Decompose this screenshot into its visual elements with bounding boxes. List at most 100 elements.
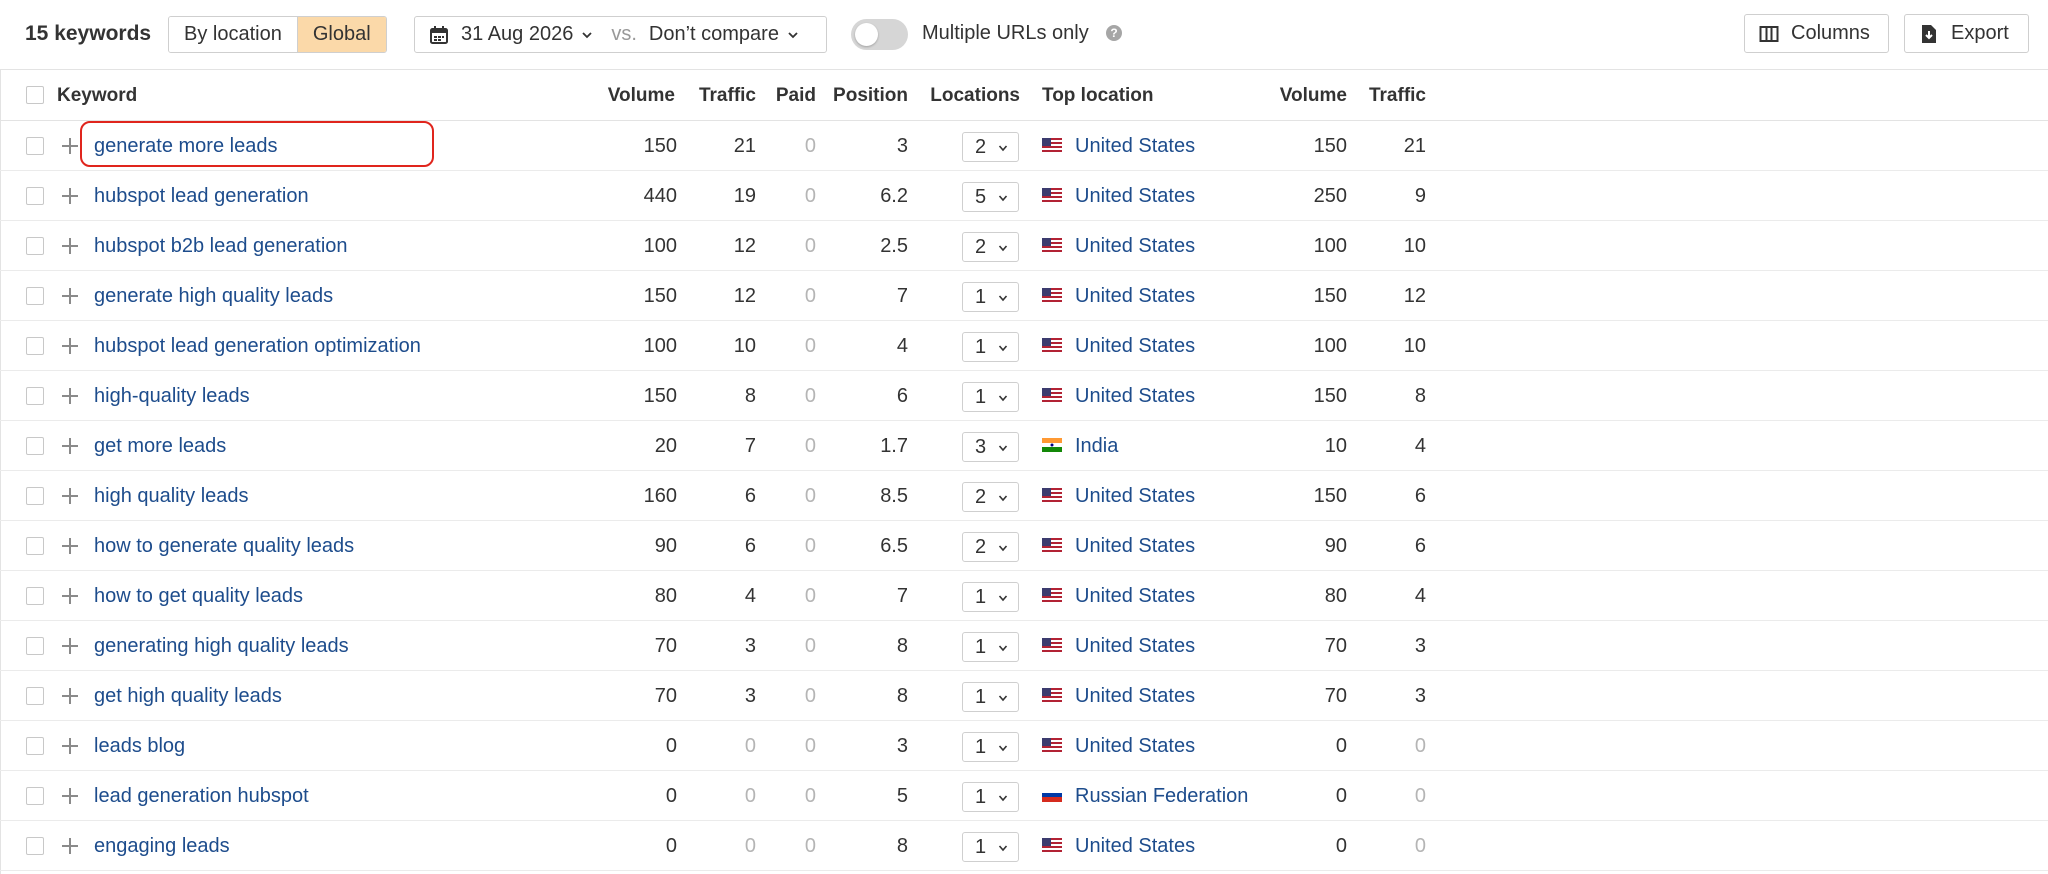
columns-button[interactable]: Columns [1744,14,1889,53]
row-checkbox[interactable] [26,137,44,155]
locations-dropdown[interactable]: 5 [962,182,1019,212]
keyword-link[interactable]: engaging leads [94,821,230,871]
top-location-link[interactable]: United States [1075,221,1195,271]
add-to-list-button[interactable] [58,684,82,708]
keyword-link[interactable]: how to get quality leads [94,571,303,621]
top-location-link[interactable]: India [1075,421,1118,471]
top-location-link[interactable]: Russian Federation [1075,771,1248,821]
by-location-button[interactable]: By location [169,17,297,52]
add-to-list-button[interactable] [58,384,82,408]
row-checkbox[interactable] [26,287,44,305]
top-location-link[interactable]: United States [1075,721,1195,771]
top-location-link[interactable]: United States [1075,271,1195,321]
keyword-link[interactable]: hubspot lead generation optimization [94,321,421,371]
export-button[interactable]: Export [1904,14,2029,53]
locations-dropdown[interactable]: 2 [962,532,1019,562]
date-compare-picker[interactable]: 31 Aug 2026 vs. Don’t compare [414,16,827,53]
header-keyword[interactable]: Keyword [57,70,137,121]
add-to-list-button[interactable] [58,534,82,558]
keyword-link[interactable]: hubspot b2b lead generation [94,221,348,271]
keyword-link[interactable]: how to generate quality leads [94,521,354,571]
header-top-volume[interactable]: Volume [1260,70,1347,121]
row-checkbox[interactable] [26,487,44,505]
paid-value: 0 [804,535,816,557]
top-location-traffic: 3 [1414,635,1426,657]
add-to-list-button[interactable] [58,584,82,608]
header-position[interactable]: Position [830,70,908,121]
india-flag-icon [1042,438,1062,452]
row-checkbox[interactable] [26,837,44,855]
compare-value: Don’t compare [648,23,779,45]
locations-dropdown[interactable]: 1 [962,832,1019,862]
row-checkbox[interactable] [26,187,44,205]
header-top-location[interactable]: Top location [1042,70,1154,121]
add-to-list-button[interactable] [58,134,82,158]
row-checkbox[interactable] [26,787,44,805]
global-button[interactable]: Global [296,17,386,52]
add-to-list-button[interactable] [58,834,82,858]
header-volume[interactable]: Volume [575,70,675,121]
keyword-link[interactable]: get high quality leads [94,671,282,721]
top-location-link[interactable]: United States [1075,371,1195,421]
add-to-list-button[interactable] [58,234,82,258]
top-location-volume: 100 [1313,235,1347,257]
locations-dropdown[interactable]: 1 [962,582,1019,612]
row-checkbox[interactable] [26,737,44,755]
keyword-link[interactable]: generating high quality leads [94,621,349,671]
locations-dropdown[interactable]: 1 [962,682,1019,712]
locations-dropdown[interactable]: 1 [962,632,1019,662]
keyword-link[interactable]: high-quality leads [94,371,250,421]
add-to-list-button[interactable] [58,484,82,508]
header-top-traffic[interactable]: Traffic [1360,70,1426,121]
header-paid[interactable]: Paid [768,70,816,121]
help-icon[interactable]: ? [1106,25,1122,41]
paid-value: 0 [804,685,816,707]
row-checkbox[interactable] [26,237,44,255]
top-location-link[interactable]: United States [1075,321,1195,371]
header-locations[interactable]: Locations [928,70,1020,121]
top-location-link[interactable]: United States [1075,471,1195,521]
keyword-link[interactable]: high quality leads [94,471,249,521]
top-location-link[interactable]: United States [1075,121,1195,171]
locations-dropdown[interactable]: 1 [962,282,1019,312]
top-location-link[interactable]: United States [1075,521,1195,571]
keyword-link[interactable]: get more leads [94,421,226,471]
multiple-urls-toggle[interactable] [851,19,908,50]
keyword-link[interactable]: generate high quality leads [94,271,333,321]
row-checkbox[interactable] [26,537,44,555]
add-to-list-button[interactable] [58,284,82,308]
add-to-list-button[interactable] [58,784,82,808]
top-location-link[interactable]: United States [1075,171,1195,221]
locations-dropdown[interactable]: 2 [962,232,1019,262]
locations-dropdown[interactable]: 1 [962,382,1019,412]
row-checkbox[interactable] [26,437,44,455]
add-to-list-button[interactable] [58,184,82,208]
select-all-checkbox[interactable] [26,86,44,104]
top-location-link[interactable]: United States [1075,821,1195,871]
locations-dropdown[interactable]: 2 [962,132,1019,162]
row-checkbox[interactable] [26,687,44,705]
row-checkbox[interactable] [26,637,44,655]
locations-dropdown[interactable]: 1 [962,332,1019,362]
top-location-link[interactable]: United States [1075,671,1195,721]
add-to-list-button[interactable] [58,434,82,458]
header-traffic[interactable]: Traffic [690,70,756,121]
row-checkbox[interactable] [26,587,44,605]
locations-dropdown[interactable]: 2 [962,482,1019,512]
add-to-list-button[interactable] [58,334,82,358]
keyword-link[interactable]: leads blog [94,721,185,771]
add-to-list-button[interactable] [58,734,82,758]
locations-dropdown[interactable]: 1 [962,732,1019,762]
locations-dropdown[interactable]: 1 [962,782,1019,812]
add-to-list-button[interactable] [58,634,82,658]
table-row: hubspot lead generation optimization 100 1… [0,321,2048,371]
keyword-link[interactable]: hubspot lead generation [94,171,309,221]
top-location-link[interactable]: United States [1075,621,1195,671]
locations-dropdown[interactable]: 3 [962,432,1019,462]
chevron-down-icon [998,195,1008,202]
top-location-link[interactable]: United States [1075,571,1195,621]
keyword-link[interactable]: lead generation hubspot [94,771,309,821]
row-checkbox[interactable] [26,387,44,405]
traffic-value: 4 [744,585,756,607]
row-checkbox[interactable] [26,337,44,355]
